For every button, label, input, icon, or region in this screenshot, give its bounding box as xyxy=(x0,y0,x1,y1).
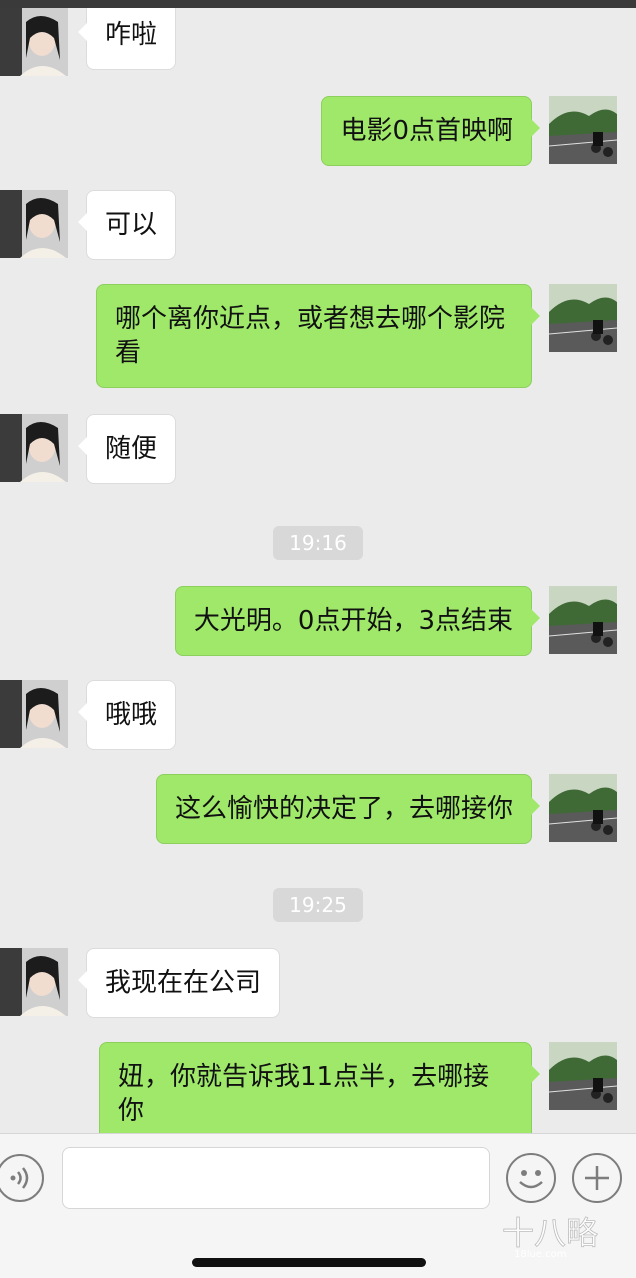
message-bubble-incoming[interactable]: 随便 xyxy=(77,414,177,484)
timestamp-badge: 19:16 xyxy=(273,526,363,560)
chat-screen: 咋啦 电影0点首映啊 可以 哪个离你近点，或者想去哪个影院看 随便 19:16 … xyxy=(0,0,636,1278)
message-bubble-incoming[interactable]: 我现在在公司 xyxy=(77,948,281,1018)
my-avatar[interactable] xyxy=(549,284,617,352)
contact-avatar[interactable] xyxy=(0,414,68,482)
message-bubble-incoming[interactable]: 哦哦 xyxy=(77,680,177,750)
my-avatar[interactable] xyxy=(549,586,617,654)
message-input[interactable] xyxy=(62,1147,490,1209)
svg-text:十八略: 十八略 xyxy=(502,1214,598,1252)
timestamp-badge: 19:25 xyxy=(273,888,363,922)
my-avatar[interactable] xyxy=(549,96,617,164)
more-button[interactable] xyxy=(572,1153,622,1203)
status-bar xyxy=(0,0,636,8)
message-bubble-outgoing[interactable]: 这么愉快的决定了，去哪接你 xyxy=(155,774,541,844)
message-bubble-outgoing[interactable]: 电影0点首映啊 xyxy=(321,96,540,166)
my-avatar[interactable] xyxy=(549,1042,617,1110)
message-text: 哦哦 xyxy=(105,700,158,730)
message-text: 电影0点首映啊 xyxy=(340,116,513,146)
message-text: 这么愉快的决定了，去哪接你 xyxy=(174,794,513,824)
my-avatar[interactable] xyxy=(549,774,617,842)
message-text: 咋啦 xyxy=(105,20,158,50)
contact-avatar[interactable] xyxy=(0,948,68,1016)
plus-icon xyxy=(585,1166,609,1190)
emoji-button[interactable] xyxy=(506,1153,556,1203)
message-bubble-outgoing[interactable]: 大光明。0点开始，3点结束 xyxy=(174,586,541,656)
watermark-domain: 18lue.com xyxy=(514,1249,567,1260)
message-bubble-outgoing[interactable]: 哪个离你近点，或者想去哪个影院看 xyxy=(96,284,540,388)
contact-avatar[interactable] xyxy=(0,8,68,76)
message-text: 随便 xyxy=(105,434,158,464)
message-text: 可以 xyxy=(105,210,158,240)
contact-avatar[interactable] xyxy=(0,190,68,258)
contact-avatar[interactable] xyxy=(0,680,68,748)
message-text: 我现在在公司 xyxy=(105,968,262,998)
message-list[interactable]: 咋啦 电影0点首映啊 可以 哪个离你近点，或者想去哪个影院看 随便 19:16 … xyxy=(0,8,636,1133)
voice-icon xyxy=(10,1167,29,1189)
message-text: 哪个离你近点，或者想去哪个影院看 xyxy=(115,304,506,368)
message-bubble-incoming[interactable]: 可以 xyxy=(77,190,177,260)
voice-button[interactable] xyxy=(0,1154,44,1202)
message-text: 妞，你就告诉我11点半，去哪接你 xyxy=(118,1062,490,1126)
smiley-icon xyxy=(519,1170,543,1189)
home-indicator[interactable] xyxy=(192,1258,426,1267)
message-bubble-incoming[interactable]: 咋啦 xyxy=(77,8,177,70)
message-text: 大光明。0点开始，3点结束 xyxy=(193,606,513,636)
message-bubble-outgoing[interactable]: 妞，你就告诉我11点半，去哪接你 xyxy=(99,1042,540,1133)
